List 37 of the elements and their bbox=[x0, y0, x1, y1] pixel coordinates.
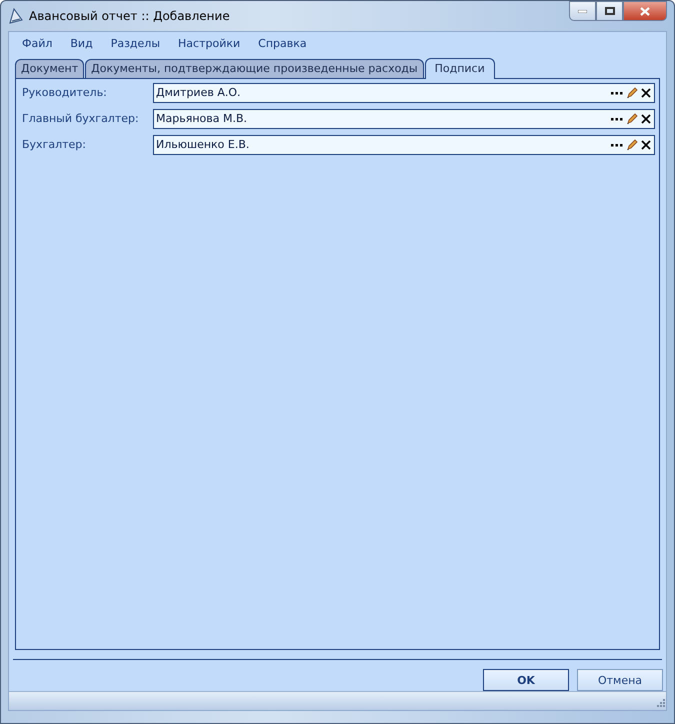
field-label: Руководитель: bbox=[21, 86, 108, 100]
window-title: Авансовый отчет :: Добавление bbox=[29, 9, 230, 23]
signer-field[interactable]: Дмитриев А.О. bbox=[153, 82, 655, 103]
more-icon[interactable] bbox=[611, 90, 623, 95]
close-button[interactable] bbox=[623, 1, 667, 21]
signer-field[interactable]: Ильюшенко Е.В. bbox=[153, 134, 655, 155]
signer-field[interactable]: Марьянова М.В. bbox=[153, 108, 655, 129]
clear-icon[interactable] bbox=[641, 88, 651, 98]
field-label: Главный бухгалтер: bbox=[21, 112, 140, 126]
tab[interactable]: Подписи bbox=[424, 58, 495, 79]
more-icon[interactable] bbox=[611, 116, 623, 121]
tab[interactable]: Документ bbox=[15, 58, 84, 78]
ok-button[interactable]: OK bbox=[483, 669, 569, 692]
clear-icon[interactable] bbox=[641, 114, 651, 124]
signer-input[interactable]: Марьянова М.В. bbox=[154, 112, 611, 126]
tab[interactable]: Документы, подтверждающие произведенные расходы bbox=[85, 58, 424, 78]
menu-item[interactable]: Настройки bbox=[169, 37, 250, 50]
menu-item[interactable]: Вид bbox=[61, 37, 102, 50]
cancel-button[interactable]: Отмена bbox=[577, 669, 663, 692]
maximize-icon bbox=[604, 7, 614, 15]
resize-grip-icon[interactable] bbox=[654, 698, 666, 710]
more-icon[interactable] bbox=[611, 142, 623, 147]
menu-item[interactable]: Файл bbox=[13, 37, 62, 50]
signer-input[interactable]: Дмитриев А.О. bbox=[154, 86, 611, 100]
minimize-icon bbox=[578, 10, 587, 12]
field-label: Бухгалтер: bbox=[21, 138, 87, 152]
signer-input[interactable]: Ильюшенко Е.В. bbox=[154, 138, 611, 152]
pencil-icon[interactable] bbox=[626, 112, 638, 125]
maximize-button[interactable] bbox=[596, 1, 623, 21]
pencil-icon[interactable] bbox=[626, 86, 638, 99]
clear-icon[interactable] bbox=[641, 140, 651, 150]
pencil-icon[interactable] bbox=[626, 138, 638, 151]
app-icon bbox=[8, 8, 24, 24]
close-icon bbox=[640, 6, 650, 16]
menu-item[interactable]: Справка bbox=[249, 37, 316, 50]
menu-item[interactable]: Разделы bbox=[102, 37, 170, 50]
minimize-button[interactable] bbox=[569, 1, 596, 21]
